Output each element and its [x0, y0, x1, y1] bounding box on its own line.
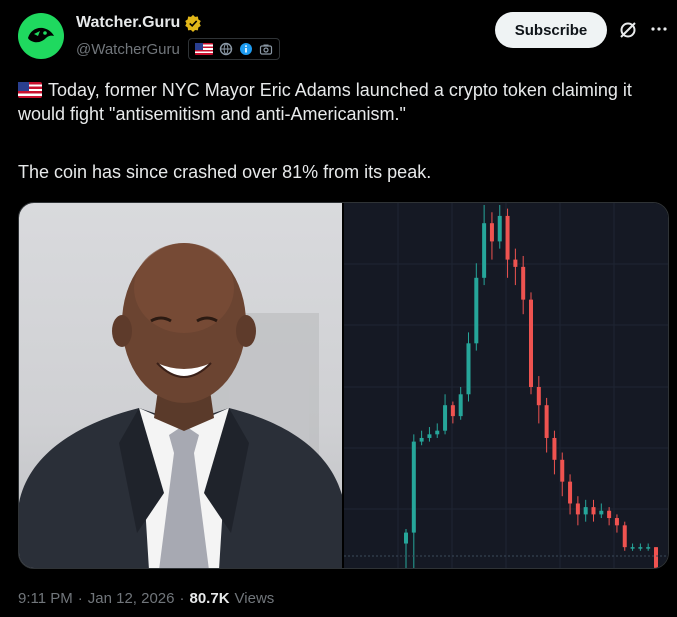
tweet-text-line-1: Today, former NYC Mayor Eric Adams launc… — [18, 80, 632, 124]
watcher-guru-logo-icon — [28, 27, 54, 43]
grok-icon[interactable] — [618, 20, 638, 40]
globe-icon — [219, 42, 233, 56]
portrait-photo[interactable] — [19, 203, 343, 568]
candle-down — [568, 481, 573, 504]
candle-up — [638, 547, 643, 549]
separator: · — [77, 590, 83, 607]
avatar[interactable] — [18, 13, 64, 59]
author-name[interactable]: Watcher.Guru — [76, 14, 202, 32]
candle-up — [482, 223, 487, 278]
us-flag-icon — [194, 43, 213, 55]
affiliation-badges[interactable] — [187, 38, 280, 60]
candle-down — [450, 405, 455, 417]
candle-up — [466, 343, 471, 395]
candle-up — [419, 437, 424, 442]
portrait-illustration — [19, 243, 343, 568]
candle-down — [614, 518, 619, 526]
candle-up — [404, 532, 408, 544]
candle-down — [513, 259, 518, 267]
handle[interactable]: @WatcherGuru — [76, 41, 180, 58]
candle-up — [646, 547, 651, 549]
candle-up — [583, 507, 588, 515]
candle-down — [544, 405, 549, 438]
candle-up — [411, 441, 416, 533]
candle-down — [505, 215, 510, 260]
info-icon — [239, 43, 252, 55]
price-chart[interactable] — [344, 203, 668, 568]
candle-up — [443, 405, 448, 431]
views-count: 80.7K — [189, 590, 230, 607]
camera-icon — [259, 44, 272, 55]
tweet-text: Today, former NYC Mayor Eric Adams launc… — [18, 78, 668, 184]
subscribe-button[interactable]: Subscribe — [495, 12, 607, 48]
candle-down — [560, 459, 565, 482]
candle-up — [599, 510, 604, 515]
candle-down — [552, 437, 557, 460]
post-time[interactable]: 9:11 PM — [18, 590, 73, 607]
separator: · — [179, 590, 185, 607]
tweet: Watcher.Guru @WatcherGuru Subscribe Toda… — [0, 0, 677, 617]
verified-badge-icon — [185, 14, 202, 32]
candle-down — [575, 503, 580, 515]
post-date[interactable]: Jan 12, 2026 — [88, 590, 175, 607]
us-flag-emoji-icon — [18, 82, 42, 98]
tweet-footer: 9:11 PM · Jan 12, 2026 · 80.7K Views — [18, 590, 274, 607]
candle-up — [474, 277, 479, 344]
candle-down — [654, 547, 658, 568]
candle-down — [521, 266, 526, 300]
candle-up — [435, 430, 440, 435]
display-name[interactable]: Watcher.Guru — [76, 14, 180, 32]
candle-up — [427, 434, 432, 438]
candle-up — [630, 547, 635, 549]
candle-up — [497, 215, 502, 242]
candle-down — [607, 510, 612, 519]
candle-down — [529, 299, 533, 387]
candle-down — [489, 223, 494, 242]
media-grid — [18, 202, 669, 569]
candle-down — [536, 387, 541, 406]
views-label: Views — [234, 590, 275, 607]
candle-down — [591, 507, 596, 515]
candle-up — [458, 394, 463, 417]
candlestick-chart — [344, 203, 668, 568]
handle-row: @WatcherGuru — [76, 38, 280, 60]
tweet-text-line-2: The coin has since crashed over 81% from… — [18, 162, 432, 182]
more-options-icon[interactable] — [649, 19, 669, 39]
candle-down — [622, 525, 627, 548]
